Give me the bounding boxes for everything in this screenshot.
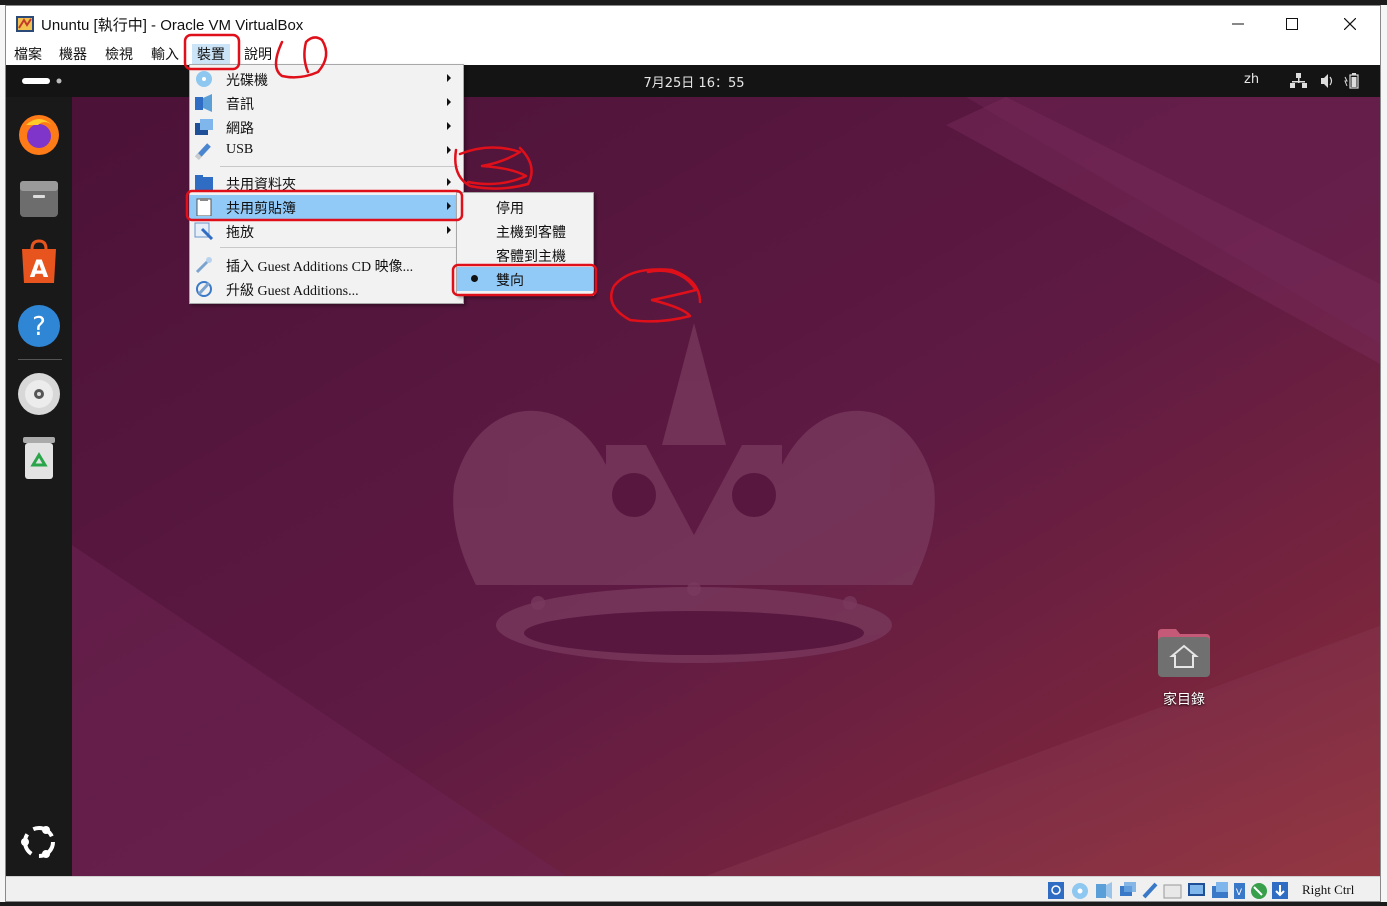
submenu-arrow-icon — [447, 202, 451, 210]
submenu-arrow-icon — [447, 226, 451, 234]
desktop-home-folder[interactable]: 家目錄 — [1148, 625, 1220, 709]
devices-menu-shared-clipboard[interactable]: 共用剪貼簿 — [190, 195, 463, 219]
shared-folder-status-icon — [1163, 884, 1182, 899]
dock-separator — [18, 359, 62, 360]
volume-icon — [1321, 74, 1333, 88]
devices-menu-upgrade-guest-additions[interactable]: 升級 Guest Additions... — [190, 277, 463, 301]
maximize-icon — [1286, 18, 1298, 30]
title-bar: Ununtu [執行中] - Oracle VM VirtualBox — [6, 6, 1380, 42]
battery-icon — [1344, 73, 1359, 89]
menu-item-label: USB — [226, 142, 254, 157]
devices-menu-audio[interactable]: 音訊 — [190, 91, 463, 115]
app-center-icon[interactable]: A — [16, 239, 62, 285]
firefox-icon[interactable] — [16, 111, 62, 157]
system-tray[interactable] — [1290, 72, 1370, 90]
optical-disc-icon — [196, 71, 212, 87]
menu-item-label: 共用剪貼簿 — [226, 201, 296, 217]
menu-view[interactable]: 檢視 — [105, 44, 133, 64]
minimize-button[interactable] — [1210, 6, 1266, 42]
audio-icon — [195, 94, 212, 112]
submenu-arrow-icon — [447, 146, 451, 154]
usb-icon — [195, 143, 211, 160]
devices-menu-insert-guest-additions[interactable]: 插入 Guest Additions CD 映像... — [190, 253, 463, 277]
usb-status-icon — [1142, 882, 1158, 899]
menu-devices[interactable]: 裝置 — [192, 44, 230, 64]
menu-machine[interactable]: 機器 — [59, 44, 87, 64]
cpu-status-icon: V — [1234, 883, 1245, 899]
clipboard-guest-to-host[interactable]: 客體到主機 — [457, 243, 593, 267]
clipboard-host-to-guest[interactable]: 主機到客體 — [457, 219, 593, 243]
home-folder-icon — [1158, 629, 1210, 677]
devices-menu-usb[interactable]: USB — [190, 139, 463, 163]
menu-item-label: 雙向 — [496, 273, 524, 289]
menu-input[interactable]: 輸入 — [151, 44, 179, 64]
hard-disk-icon — [1048, 882, 1064, 899]
maximize-button[interactable] — [1264, 6, 1320, 42]
optical-drive-icon — [1072, 883, 1088, 899]
drag-drop-icon — [194, 222, 214, 240]
clipboard-bidirectional[interactable]: 雙向 — [457, 267, 593, 291]
network-status-icon — [1120, 882, 1136, 896]
background-edge-right — [1381, 5, 1387, 902]
mouse-integration-icon — [1251, 883, 1267, 899]
upgrade-icon — [196, 281, 212, 297]
menu-item-label: 光碟機 — [226, 73, 268, 89]
svg-text:V: V — [1236, 888, 1243, 898]
desktop-icon-label: 家目錄 — [1163, 692, 1205, 708]
submenu-arrow-icon — [447, 74, 451, 82]
close-button[interactable] — [1322, 6, 1378, 42]
window-title: Ununtu [執行中] - Oracle VM VirtualBox — [41, 17, 304, 34]
minimize-icon — [1232, 23, 1244, 25]
devices-menu: 光碟機 音訊 網路 USB 共用資料夾 共用剪貼簿 拖放 插入 Guest Ad… — [189, 64, 464, 304]
host-key-label: Right Ctrl — [1302, 882, 1355, 897]
keyboard-capture-icon — [1272, 882, 1288, 899]
status-bar: V Right Ctrl — [6, 876, 1380, 901]
show-apps-icon[interactable] — [16, 819, 62, 865]
help-icon[interactable]: ? — [16, 303, 62, 349]
trash-icon[interactable] — [16, 435, 62, 481]
menu-separator — [220, 247, 459, 248]
devices-menu-shared-folders[interactable]: 共用資料夾 — [190, 171, 463, 195]
audio-status-icon — [1096, 882, 1112, 899]
devices-menu-network[interactable]: 網路 — [190, 115, 463, 139]
display-status-icon — [1188, 883, 1205, 896]
submenu-arrow-icon — [447, 178, 451, 186]
dvd-icon[interactable] — [16, 371, 62, 417]
menu-item-label: 音訊 — [226, 97, 254, 113]
menu-item-label: 共用資料夾 — [226, 177, 296, 193]
status-indicators: V — [1048, 882, 1288, 899]
clipboard-submenu: 停用 主機到客體 客體到主機 雙向 — [456, 192, 594, 296]
shared-folder-icon — [195, 175, 213, 191]
menu-file[interactable]: 檔案 — [14, 44, 42, 64]
clipboard-icon — [196, 198, 212, 216]
menu-item-label: 主機到客體 — [496, 225, 566, 241]
menu-separator — [220, 166, 459, 167]
menu-item-label: 升級 Guest Additions... — [226, 284, 359, 299]
files-icon[interactable] — [16, 175, 62, 221]
svg-text:?: ? — [32, 312, 46, 342]
network-wired-icon — [1290, 73, 1307, 88]
submenu-arrow-icon — [447, 122, 451, 130]
devices-menu-drag-drop[interactable]: 拖放 — [190, 219, 463, 243]
menu-item-label: 插入 Guest Additions CD 映像... — [226, 260, 414, 275]
devices-menu-optical[interactable]: 光碟機 — [190, 67, 463, 91]
menu-item-label: 停用 — [496, 201, 524, 217]
ubuntu-dock: A ? — [6, 97, 72, 876]
close-icon — [1344, 18, 1356, 30]
svg-text:A: A — [30, 255, 49, 283]
menu-item-label: 拖放 — [226, 225, 254, 241]
menu-help[interactable]: 說明 — [244, 44, 272, 64]
menu-item-label: 客體到主機 — [496, 249, 566, 265]
selected-bullet-icon — [471, 275, 478, 282]
insert-cd-icon — [195, 257, 212, 274]
menu-item-label: 網路 — [226, 121, 254, 137]
recording-status-icon — [1212, 882, 1228, 898]
submenu-arrow-icon — [447, 98, 451, 106]
virtualbox-app-icon — [16, 16, 34, 32]
network-icon — [195, 119, 213, 135]
clipboard-disabled[interactable]: 停用 — [457, 195, 593, 219]
language-indicator[interactable]: zh — [1244, 72, 1259, 87]
